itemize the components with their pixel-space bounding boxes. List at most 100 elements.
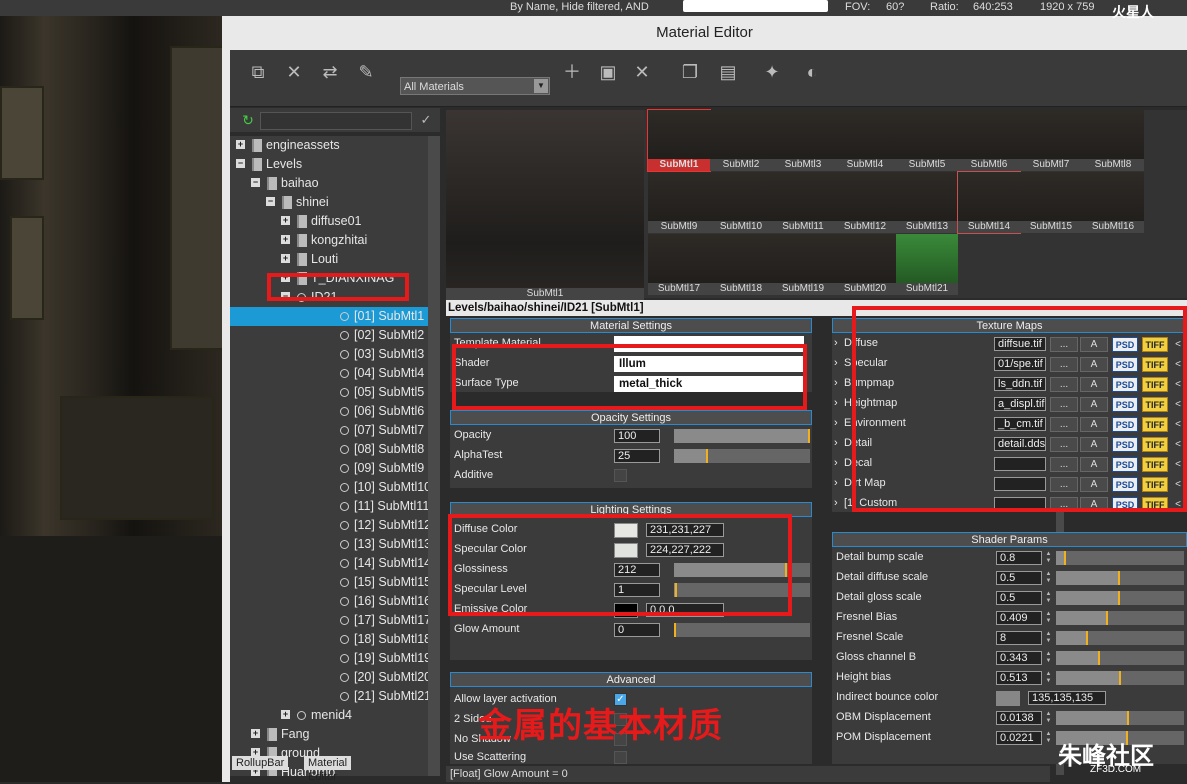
expand-arrow-icon[interactable]: › — [834, 337, 838, 349]
tree-item[interactable]: [06] SubMtl6 — [230, 402, 428, 421]
expand-icon[interactable]: + — [251, 729, 260, 738]
tree-item[interactable]: [09] SubMtl9 — [230, 459, 428, 478]
shader-param-field[interactable]: 0.8 — [996, 551, 1042, 565]
expand-arrow-icon[interactable]: › — [834, 397, 838, 409]
shader-param-field[interactable]: 0.5 — [996, 591, 1042, 605]
tree-item[interactable]: [12] SubMtl12 — [230, 516, 431, 535]
viewport-scene[interactable] — [0, 16, 224, 782]
material-thumbnail[interactable]: SubMtl10 — [710, 172, 772, 233]
tree-item[interactable]: [01] SubMtl1 — [230, 307, 428, 326]
shader-param-field[interactable]: 0.513 — [996, 671, 1042, 685]
shader-param-field[interactable]: 0.0138 — [996, 711, 1042, 725]
tree-item[interactable]: [14] SubMtl14 — [230, 554, 431, 573]
shader-param-slider[interactable] — [1056, 651, 1184, 665]
material-thumbnail[interactable]: SubMtl18 — [710, 234, 772, 295]
material-thumbnail[interactable]: SubMtl14 — [957, 171, 1021, 234]
collapse-icon[interactable]: − — [266, 197, 275, 206]
material-thumbnail[interactable]: SubMtl17 — [648, 234, 710, 295]
expand-arrow-icon[interactable]: › — [834, 377, 838, 389]
expand-arrow-icon[interactable]: › — [834, 357, 838, 369]
tree-item[interactable]: + Fang — [230, 725, 428, 744]
material-thumbnail[interactable]: SubMtl4 — [834, 110, 896, 171]
material-thumbnail[interactable]: SubMtl20 — [834, 234, 896, 295]
add-material-icon[interactable]: ＋ — [560, 60, 584, 84]
shader-param-slider[interactable] — [1056, 711, 1184, 725]
indirect-bounce-swatch[interactable] — [996, 691, 1020, 706]
tree-item[interactable]: [02] SubMtl2 — [230, 326, 428, 345]
tree-item[interactable]: + menid4 — [230, 706, 428, 725]
spinner-icon[interactable]: ▲ ▼ — [1045, 631, 1052, 645]
tree-item[interactable]: [03] SubMtl3 — [230, 345, 428, 364]
tree-item[interactable]: [17] SubMtl17 — [230, 611, 431, 630]
copy-icon[interactable]: ❐ — [678, 60, 702, 84]
shader-param-field[interactable]: 135,135,135 — [1028, 691, 1106, 705]
remove-material-icon[interactable]: ✕ — [282, 60, 306, 84]
bottom-tab[interactable]: RollupBar — [232, 756, 289, 770]
tree-item[interactable]: [19] SubMtl19 — [230, 649, 431, 668]
spinner-icon[interactable]: ▲ ▼ — [1045, 671, 1052, 685]
shader-param-slider[interactable] — [1056, 631, 1184, 645]
spinner-icon[interactable]: ▲ ▼ — [1045, 731, 1052, 745]
tree-item[interactable]: − baihao — [230, 174, 428, 193]
material-thumbnail[interactable]: SubMtl5 — [896, 110, 958, 171]
expand-icon[interactable]: + — [236, 140, 245, 149]
expand-arrow-icon[interactable]: › — [834, 417, 838, 429]
tree-item[interactable]: [08] SubMtl8 — [230, 440, 428, 459]
material-settings-header[interactable]: Material Settings — [450, 318, 812, 333]
tree-search-input[interactable] — [260, 112, 412, 130]
shader-param-field[interactable]: 0.343 — [996, 651, 1042, 665]
bottom-tab[interactable]: Material Editor — [304, 756, 352, 783]
material-thumbnail[interactable]: SubMtl7 — [1020, 110, 1082, 171]
opacity-row-slider[interactable] — [674, 449, 810, 463]
material-thumbnail[interactable]: SubMtl1 — [647, 109, 711, 172]
tree-scrollbar[interactable] — [428, 136, 440, 776]
advanced-header[interactable]: Advanced — [450, 672, 812, 687]
material-thumbnail[interactable]: SubMtl9 — [648, 172, 710, 233]
save-icon[interactable]: ▣ — [596, 60, 620, 84]
material-thumbnail[interactable]: SubMtl11 — [772, 172, 834, 233]
additive-checkbox[interactable] — [614, 469, 627, 482]
tree-item[interactable]: [13] SubMtl13 — [230, 535, 431, 554]
tree-item[interactable]: − shinei — [230, 193, 428, 212]
tree-item[interactable]: [18] SubMtl18 — [230, 630, 431, 649]
material-thumbnail[interactable]: SubMtl6 — [958, 110, 1020, 171]
expand-icon[interactable]: + — [281, 216, 290, 225]
assign-material-icon[interactable]: ⇄ — [318, 60, 342, 84]
spinner-icon[interactable]: ▲ ▼ — [1045, 591, 1052, 605]
expand-arrow-icon[interactable]: › — [834, 477, 838, 489]
material-thumbnail[interactable]: SubMtl16 — [1082, 172, 1144, 233]
host-search-input[interactable] — [683, 0, 828, 12]
tree-item[interactable]: + kongzhitai — [230, 231, 428, 250]
material-thumbnail[interactable]: SubMtl19 — [772, 234, 834, 295]
shader-param-slider[interactable] — [1056, 611, 1184, 625]
tree-item[interactable]: [21] SubMtl21 — [230, 687, 431, 706]
spinner-icon[interactable]: ▲ ▼ — [1045, 711, 1052, 725]
material-thumbnail[interactable]: SubMtl13 — [896, 172, 958, 233]
tree-item[interactable]: [05] SubMtl5 — [230, 383, 428, 402]
material-thumbnail[interactable]: SubMtl15 — [1020, 172, 1082, 233]
opacity-row-slider[interactable] — [674, 429, 810, 443]
material-filter-select[interactable]: All Materials ▼ — [400, 77, 550, 95]
delete-icon[interactable]: ✕ — [630, 60, 654, 84]
opacity-row-field[interactable]: 25 — [614, 449, 660, 463]
spinner-icon[interactable]: ▲ ▼ — [1045, 571, 1052, 585]
tree-item[interactable]: + diffuse01 — [230, 212, 428, 231]
shader-param-field[interactable]: 0.5 — [996, 571, 1042, 585]
expand-arrow-icon[interactable]: › — [834, 497, 838, 509]
shader-param-field[interactable]: 0.409 — [996, 611, 1042, 625]
shader-param-slider[interactable] — [1056, 671, 1184, 685]
spinner-icon[interactable]: ▲ ▼ — [1045, 651, 1052, 665]
tree-item[interactable]: [10] SubMtl10 — [230, 478, 431, 497]
eyedropper-icon[interactable]: ✎ — [354, 60, 378, 84]
sphere-preview-icon[interactable]: ◐ — [800, 60, 824, 84]
tree-item[interactable]: − Levels — [230, 155, 428, 174]
refresh-icon[interactable]: ↻ — [236, 108, 260, 132]
collapse-icon[interactable]: − — [236, 159, 245, 168]
collapse-icon[interactable]: − — [251, 178, 260, 187]
tree-item[interactable]: + Louti — [230, 250, 428, 269]
expand-icon[interactable]: + — [281, 235, 290, 244]
expand-icon[interactable]: + — [281, 254, 290, 263]
get-material-icon[interactable]: ⧉ — [246, 60, 270, 84]
opacity-settings-header[interactable]: Opacity Settings — [450, 410, 812, 425]
paste-icon[interactable]: ▤ — [716, 60, 740, 84]
